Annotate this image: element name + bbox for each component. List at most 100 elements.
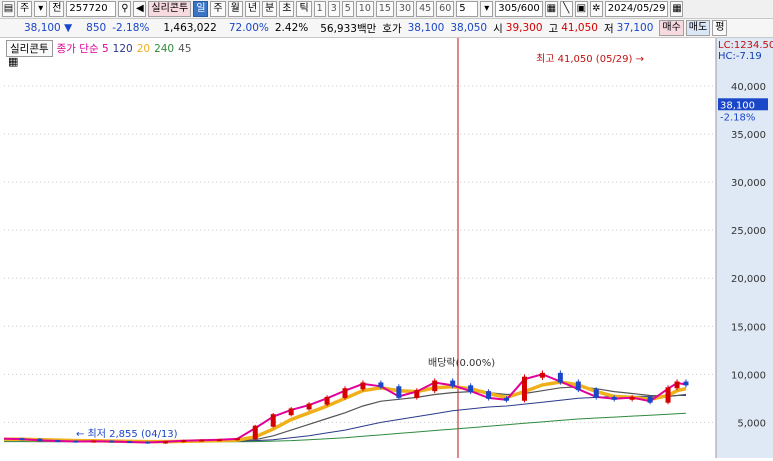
candle-body bbox=[91, 440, 97, 443]
minute-15[interactable]: 15 bbox=[375, 1, 394, 17]
legend-ma120: 120 bbox=[112, 42, 133, 55]
minute-30[interactable]: 30 bbox=[395, 1, 415, 17]
stock-name-button[interactable]: 실리콘투 bbox=[148, 1, 192, 17]
last-price-label: 38,100 bbox=[720, 100, 755, 111]
candle-body bbox=[665, 387, 671, 403]
dividend-label: 배당락(0.00%) bbox=[428, 357, 495, 369]
volume: 1,463,022 bbox=[163, 22, 217, 34]
turnover-pct: 2.42% bbox=[274, 22, 309, 34]
candle-body bbox=[360, 382, 366, 390]
search-icon[interactable]: ⚲ bbox=[118, 1, 132, 17]
candle-body bbox=[306, 403, 312, 410]
legend-ma45: 45 bbox=[178, 42, 192, 55]
low-annotation: ← 최저 2,855 (04/13) bbox=[76, 428, 178, 440]
candle-body bbox=[557, 372, 563, 383]
candle-body bbox=[163, 441, 169, 444]
ask-label: 호가 bbox=[382, 22, 402, 35]
candle-body bbox=[450, 380, 456, 387]
chevron-down-icon[interactable]: ▾ bbox=[34, 1, 48, 17]
candle-body bbox=[127, 441, 133, 444]
minute-10[interactable]: 10 bbox=[355, 1, 374, 17]
legend-ma20: 20 bbox=[136, 42, 151, 55]
eval-button[interactable]: 평 bbox=[712, 20, 728, 36]
candle-body bbox=[109, 440, 115, 443]
chart-toolbar: ▤ 주 ▾ 전 257720 ⚲ ◀ 실리콘투 일 주 월 년 분 초 틱 1 … bbox=[0, 0, 773, 19]
candle-body bbox=[432, 380, 438, 392]
sell-button[interactable]: 매도 bbox=[685, 20, 711, 36]
period-tick[interactable]: 틱 bbox=[296, 1, 312, 17]
candle-body bbox=[55, 440, 61, 443]
candle-body bbox=[288, 408, 294, 416]
last-price-pct: -2.18% bbox=[720, 112, 755, 123]
day-tab[interactable]: 일 bbox=[193, 1, 209, 17]
candle-body bbox=[647, 396, 653, 403]
price-change-pct: -2.18% bbox=[112, 22, 150, 34]
market-select[interactable]: 주 bbox=[17, 1, 33, 17]
menu-icon[interactable]: ▤ bbox=[2, 1, 15, 17]
current-price: 38,100 ▼ bbox=[24, 22, 73, 34]
candle-body bbox=[468, 385, 474, 393]
low-price: 37,100 bbox=[616, 22, 654, 34]
candle-body bbox=[629, 396, 635, 400]
chart-legend: 실리콘투 종가 단순 5 120 20 240 45 bbox=[6, 40, 191, 57]
grid-icon[interactable]: ▦ bbox=[544, 1, 558, 17]
calendar-icon[interactable]: ▦ bbox=[670, 1, 684, 17]
trade-amount: 56,933백만 bbox=[320, 22, 377, 35]
y-tick-label: 5,000 bbox=[737, 418, 766, 429]
period-select[interactable]: 전 bbox=[49, 1, 65, 17]
candle-body bbox=[198, 439, 204, 442]
save-icon[interactable]: ▣ bbox=[574, 1, 588, 17]
buy-button[interactable]: 매수 bbox=[659, 20, 684, 36]
lc-label: LC:1234.50 bbox=[718, 40, 773, 51]
candle-body bbox=[252, 425, 258, 440]
gear-icon[interactable]: ✲ bbox=[589, 1, 603, 17]
candle-body bbox=[575, 381, 581, 391]
high-price: 41,050 bbox=[561, 22, 598, 34]
candle-body bbox=[593, 389, 599, 398]
candle-body bbox=[683, 381, 689, 386]
price-chart[interactable]: 40,000 35,000 30,000 25,000 20,000 15,000 10,0… bbox=[0, 38, 773, 458]
period-second[interactable]: 초 bbox=[279, 1, 295, 17]
y-tick-label: 10,000 bbox=[731, 370, 766, 381]
draw-icon[interactable]: ╲ bbox=[559, 1, 573, 17]
hc-label: HC:-7.19 bbox=[718, 51, 762, 62]
table-icon[interactable]: ▦ bbox=[8, 55, 18, 68]
high-label: 고 bbox=[548, 22, 559, 35]
volume-pct: 72.00% bbox=[228, 22, 269, 34]
candle-body bbox=[73, 440, 79, 443]
minute-5[interactable]: 5 bbox=[341, 1, 354, 17]
candle-body bbox=[234, 438, 240, 441]
y-tick-label: 40,000 bbox=[731, 82, 766, 93]
candle-body bbox=[674, 381, 680, 389]
legend-ma-label: 종가 단순 5 bbox=[56, 43, 109, 55]
open-label: 시 bbox=[493, 22, 503, 35]
y-tick-label: 30,000 bbox=[731, 178, 766, 189]
period-month[interactable]: 월 bbox=[227, 1, 243, 17]
candle-body bbox=[611, 396, 617, 400]
y-tick-label: 15,000 bbox=[731, 322, 766, 333]
minute-60[interactable]: 60 bbox=[436, 1, 455, 17]
chevron-down-icon[interactable]: ▾ bbox=[480, 1, 494, 17]
period-minute[interactable]: 분 bbox=[262, 1, 278, 17]
view-range-input[interactable]: 305/600 bbox=[495, 1, 543, 17]
price-status-bar: 38,100 ▼ 850 -2.18% 1,463,022 72.00% 2.4… bbox=[0, 19, 773, 38]
count-input[interactable]: 5 bbox=[456, 1, 479, 17]
period-week[interactable]: 주 bbox=[210, 1, 226, 17]
y-tick-label: 25,000 bbox=[731, 226, 766, 237]
date-input[interactable]: 2024/05/29 bbox=[604, 1, 669, 17]
speaker-icon[interactable]: ◀ bbox=[133, 1, 147, 17]
stock-code-input[interactable]: 257720 bbox=[66, 1, 117, 17]
candle-body bbox=[414, 390, 420, 398]
candle-body bbox=[37, 438, 43, 442]
candle-body bbox=[342, 388, 348, 398]
candle-body bbox=[486, 391, 492, 399]
open-price: 39,300 bbox=[505, 22, 543, 34]
candle-body bbox=[521, 376, 527, 401]
low-label: 저 bbox=[603, 22, 614, 35]
minute-45[interactable]: 45 bbox=[416, 1, 435, 17]
period-year[interactable]: 년 bbox=[244, 1, 261, 17]
candle-body bbox=[539, 372, 545, 378]
candle-body bbox=[145, 441, 151, 444]
minute-3[interactable]: 3 bbox=[327, 1, 340, 17]
minute-1[interactable]: 1 bbox=[313, 1, 326, 17]
